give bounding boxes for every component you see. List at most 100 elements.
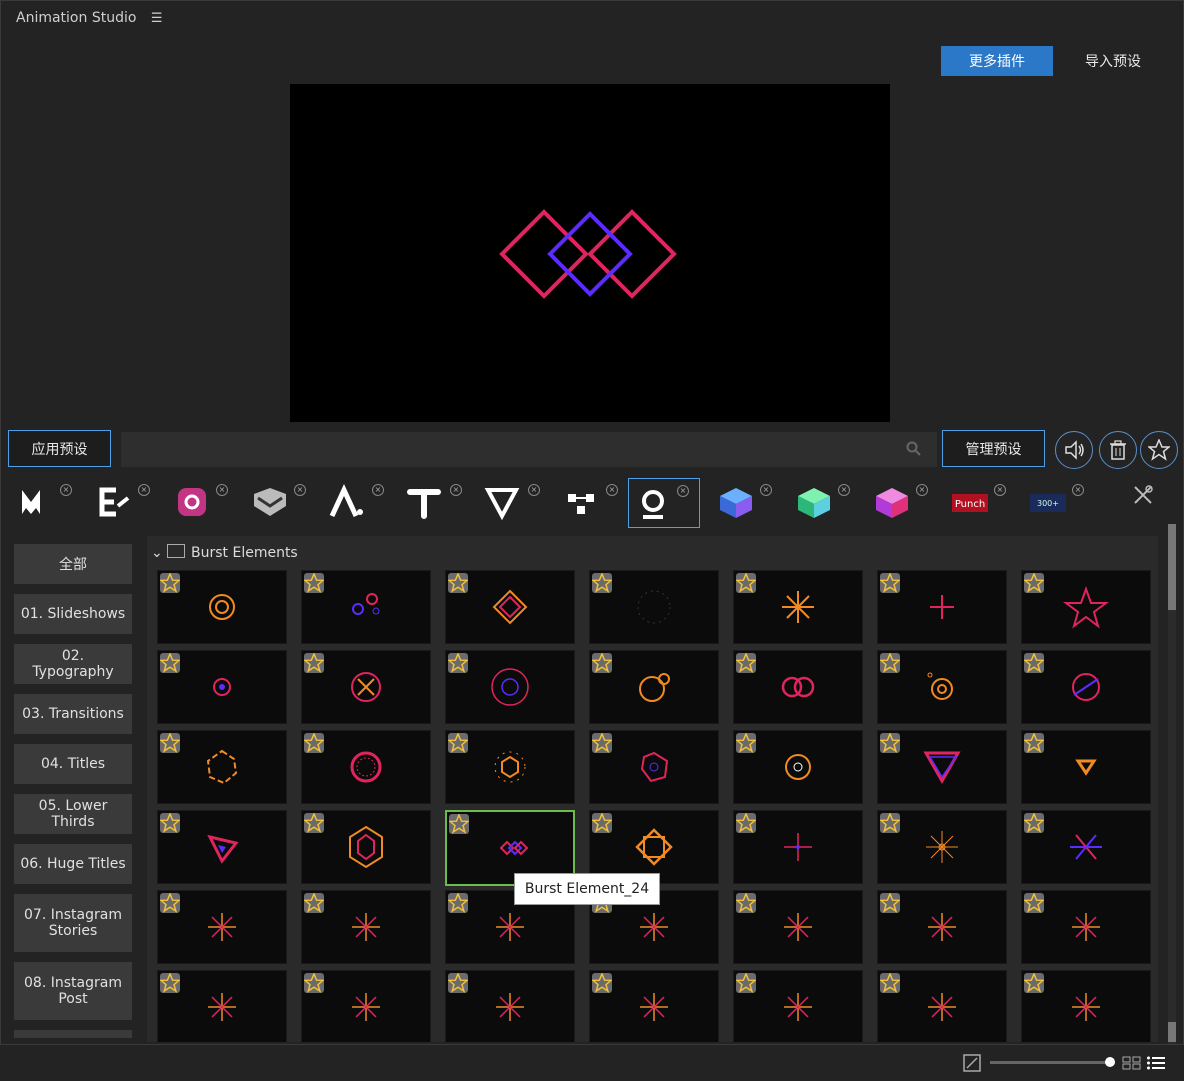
remove-plugin-icon[interactable]: × [450,484,462,496]
favorite-star-icon[interactable] [879,972,901,993]
favorite-star-icon[interactable] [447,652,469,673]
preset-thumbnail[interactable] [1021,890,1151,964]
plugin-v[interactable]: × [480,478,550,526]
plugin-t[interactable]: × [402,478,472,526]
favorite-star-icon[interactable] [735,732,757,753]
preset-thumbnail[interactable] [301,890,431,964]
favorite-star-icon[interactable] [159,652,181,673]
favorite-star-icon[interactable] [879,652,901,673]
plugin-cube-blue[interactable]: × [712,478,782,526]
category-slideshows[interactable]: 01. Slideshows [14,594,132,634]
favorite-star-icon[interactable] [159,812,181,833]
list-view-icon[interactable] [1146,1055,1166,1075]
preset-thumbnail[interactable] [157,570,287,644]
favorite-star-icon[interactable] [591,732,613,753]
favorite-star-icon[interactable] [447,972,469,993]
preset-thumbnail[interactable] [877,890,1007,964]
favorite-star-icon[interactable] [591,652,613,673]
remove-plugin-icon[interactable]: × [138,484,150,496]
chevron-down-icon[interactable]: ⌄ [151,545,163,561]
grid-scrollbar[interactable] [1168,524,1176,1044]
preset-thumbnail[interactable] [589,650,719,724]
plugin-transitions[interactable]: 300+ × [1024,478,1094,526]
favorite-star-icon[interactable] [159,572,181,593]
preset-thumbnail[interactable] [877,730,1007,804]
plugin-chevron[interactable]: × [246,478,316,526]
favorite-star-icon[interactable] [735,652,757,673]
tools-icon[interactable] [1132,484,1154,510]
search-icon[interactable] [906,441,922,461]
category-titles[interactable]: 04. Titles [14,744,132,784]
folder-header[interactable]: ⌄ Burst Elements [151,544,298,561]
category-typography[interactable]: 02. Typography [14,644,132,684]
preset-thumbnail[interactable] [445,650,575,724]
favorite-star-icon[interactable] [303,652,325,673]
plugin-cube-green[interactable]: × [790,478,860,526]
preset-thumbnail[interactable] [301,650,431,724]
favorite-star-icon[interactable] [303,732,325,753]
preset-thumbnail[interactable] [733,570,863,644]
sound-button[interactable] [1055,431,1093,469]
apply-preset-button[interactable]: 应用预设 [8,430,111,467]
preset-thumbnail[interactable] [733,890,863,964]
plugin-e[interactable]: × [90,478,160,526]
favorite-star-icon[interactable] [735,892,757,913]
preset-thumbnail[interactable] [157,730,287,804]
preset-thumbnail[interactable] [157,970,287,1042]
preset-thumbnail[interactable] [445,570,575,644]
remove-plugin-icon[interactable]: × [677,485,689,497]
favorite-star-icon[interactable] [591,812,613,833]
preset-thumbnail[interactable] [301,730,431,804]
preset-thumbnail[interactable] [157,650,287,724]
favorite-star-icon[interactable] [735,812,757,833]
remove-plugin-icon[interactable]: × [606,484,618,496]
favorite-star-icon[interactable] [303,812,325,833]
hamburger-icon[interactable]: ☰ [151,11,163,26]
preset-thumbnail[interactable] [1021,810,1151,884]
favorite-star-icon[interactable] [1023,732,1045,753]
category-instagram-stories[interactable]: 07. Instagram Stories [14,894,132,952]
remove-plugin-icon[interactable]: × [1072,484,1084,496]
favorite-star-icon[interactable] [303,572,325,593]
category-lower-thirds[interactable]: 05. Lower Thirds [14,794,132,834]
category-more[interactable] [14,1030,132,1038]
favorite-star-icon[interactable] [159,972,181,993]
preset-thumbnail[interactable] [589,730,719,804]
preset-thumbnail[interactable] [877,970,1007,1042]
zoom-slider-knob[interactable] [1105,1057,1115,1067]
plugin-m[interactable]: × [12,478,82,526]
remove-plugin-icon[interactable]: × [528,484,540,496]
favorite-star-icon[interactable] [303,892,325,913]
favorite-star-icon[interactable] [1023,572,1045,593]
preset-thumbnail[interactable] [589,570,719,644]
remove-plugin-icon[interactable]: × [916,484,928,496]
category-huge-titles[interactable]: 06. Huge Titles [14,844,132,884]
remove-plugin-icon[interactable]: × [372,484,384,496]
remove-plugin-icon[interactable]: × [60,484,72,496]
category-all[interactable]: 全部 [14,544,132,584]
fit-icon[interactable] [963,1054,981,1076]
favorite-star-icon[interactable] [447,892,469,913]
plugin-punch[interactable]: Punch × [946,478,1016,526]
remove-plugin-icon[interactable]: × [760,484,772,496]
preset-thumbnail[interactable] [733,810,863,884]
favorite-star-icon[interactable] [1023,972,1045,993]
import-preset-button[interactable]: 导入预设 [1068,46,1158,76]
preset-thumbnail[interactable] [877,650,1007,724]
preset-thumbnail[interactable] [877,570,1007,644]
preset-thumbnail[interactable] [301,970,431,1042]
plugin-cube-pink[interactable]: × [868,478,938,526]
preset-thumbnail[interactable] [445,730,575,804]
preset-thumbnail[interactable] [1021,570,1151,644]
preset-thumbnail[interactable] [1021,970,1151,1042]
category-transitions[interactable]: 03. Transitions [14,694,132,734]
favorite-star-icon[interactable] [735,972,757,993]
remove-plugin-icon[interactable]: × [838,484,850,496]
favorite-button[interactable] [1140,431,1178,469]
preset-thumbnail[interactable] [1021,730,1151,804]
favorite-star-icon[interactable] [1023,652,1045,673]
favorite-star-icon[interactable] [879,572,901,593]
remove-plugin-icon[interactable]: × [216,484,228,496]
manage-preset-button[interactable]: 管理预设 [942,430,1045,467]
plugin-burst[interactable]: × [628,478,700,528]
